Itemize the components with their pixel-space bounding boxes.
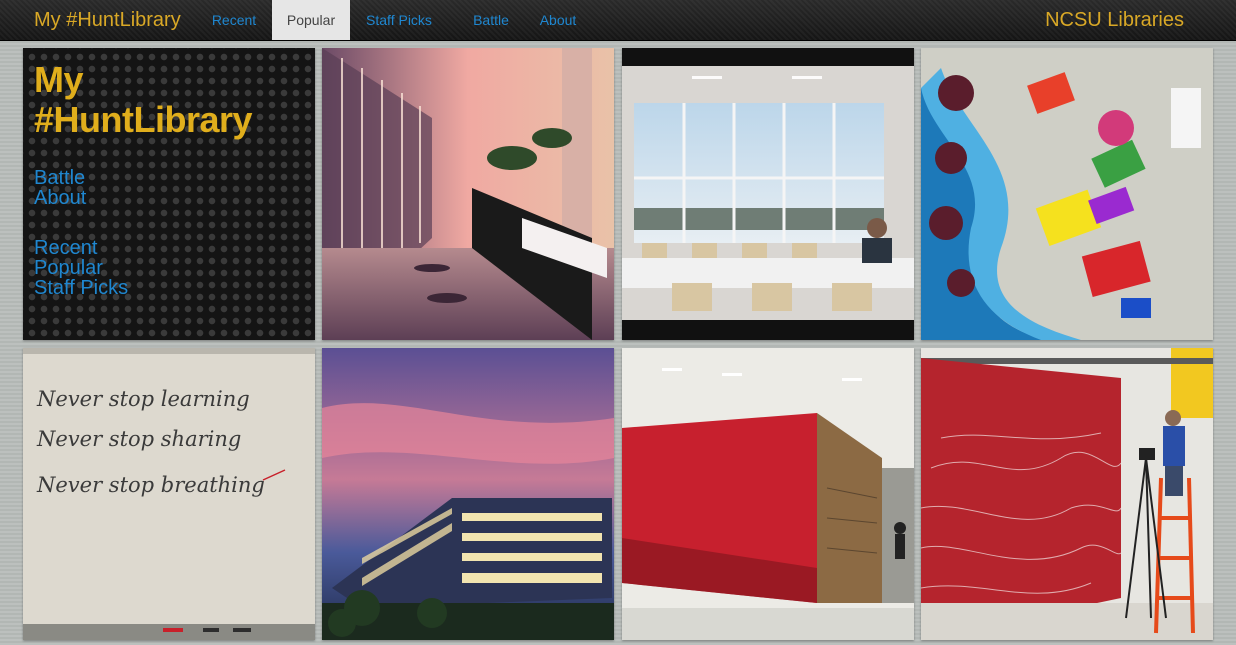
intro-title-line1: My (34, 59, 84, 100)
brand-title[interactable]: My #HuntLibrary (34, 8, 181, 32)
intro-title-line2: #HuntLibrary (34, 99, 253, 140)
intro-link-battle[interactable]: Battle (34, 168, 85, 188)
chairs-aerial-photo[interactable] (921, 48, 1213, 340)
nav-about[interactable]: About (528, 0, 588, 40)
mural-painter-photo[interactable] (921, 348, 1213, 640)
sunset-hallway-photo[interactable] (322, 48, 614, 340)
whiteboard-photo[interactable]: Never stop learning Never stop sharing N… (23, 348, 315, 640)
intro-link-staff-picks[interactable]: Staff Picks (34, 278, 128, 298)
intro-title: My #HuntLibrary (34, 60, 304, 140)
library-building-dusk-photo[interactable] (322, 348, 614, 640)
intro-panel: My #HuntLibrary Battle About Recent Popu… (23, 48, 315, 340)
whiteboard-line-3: Never stop breathing (36, 473, 265, 497)
whiteboard-line-2: Never stop sharing (36, 427, 241, 451)
intro-link-about[interactable]: About (34, 188, 86, 208)
whiteboard-line-1: Never stop learning (36, 387, 250, 411)
nav-popular[interactable]: Popular (272, 0, 350, 40)
ncsu-libraries-link[interactable]: NCSU Libraries (1045, 8, 1184, 32)
study-room-photo[interactable] (622, 48, 914, 340)
top-navbar: My #HuntLibrary Recent Popular Staff Pic… (0, 0, 1236, 41)
intro-link-popular[interactable]: Popular (34, 258, 103, 278)
nav-staff-picks[interactable]: Staff Picks (352, 0, 446, 40)
nav-recent[interactable]: Recent (198, 0, 270, 40)
nav-battle[interactable]: Battle (460, 0, 522, 40)
red-wall-photo[interactable] (622, 348, 914, 640)
intro-link-recent[interactable]: Recent (34, 238, 97, 258)
